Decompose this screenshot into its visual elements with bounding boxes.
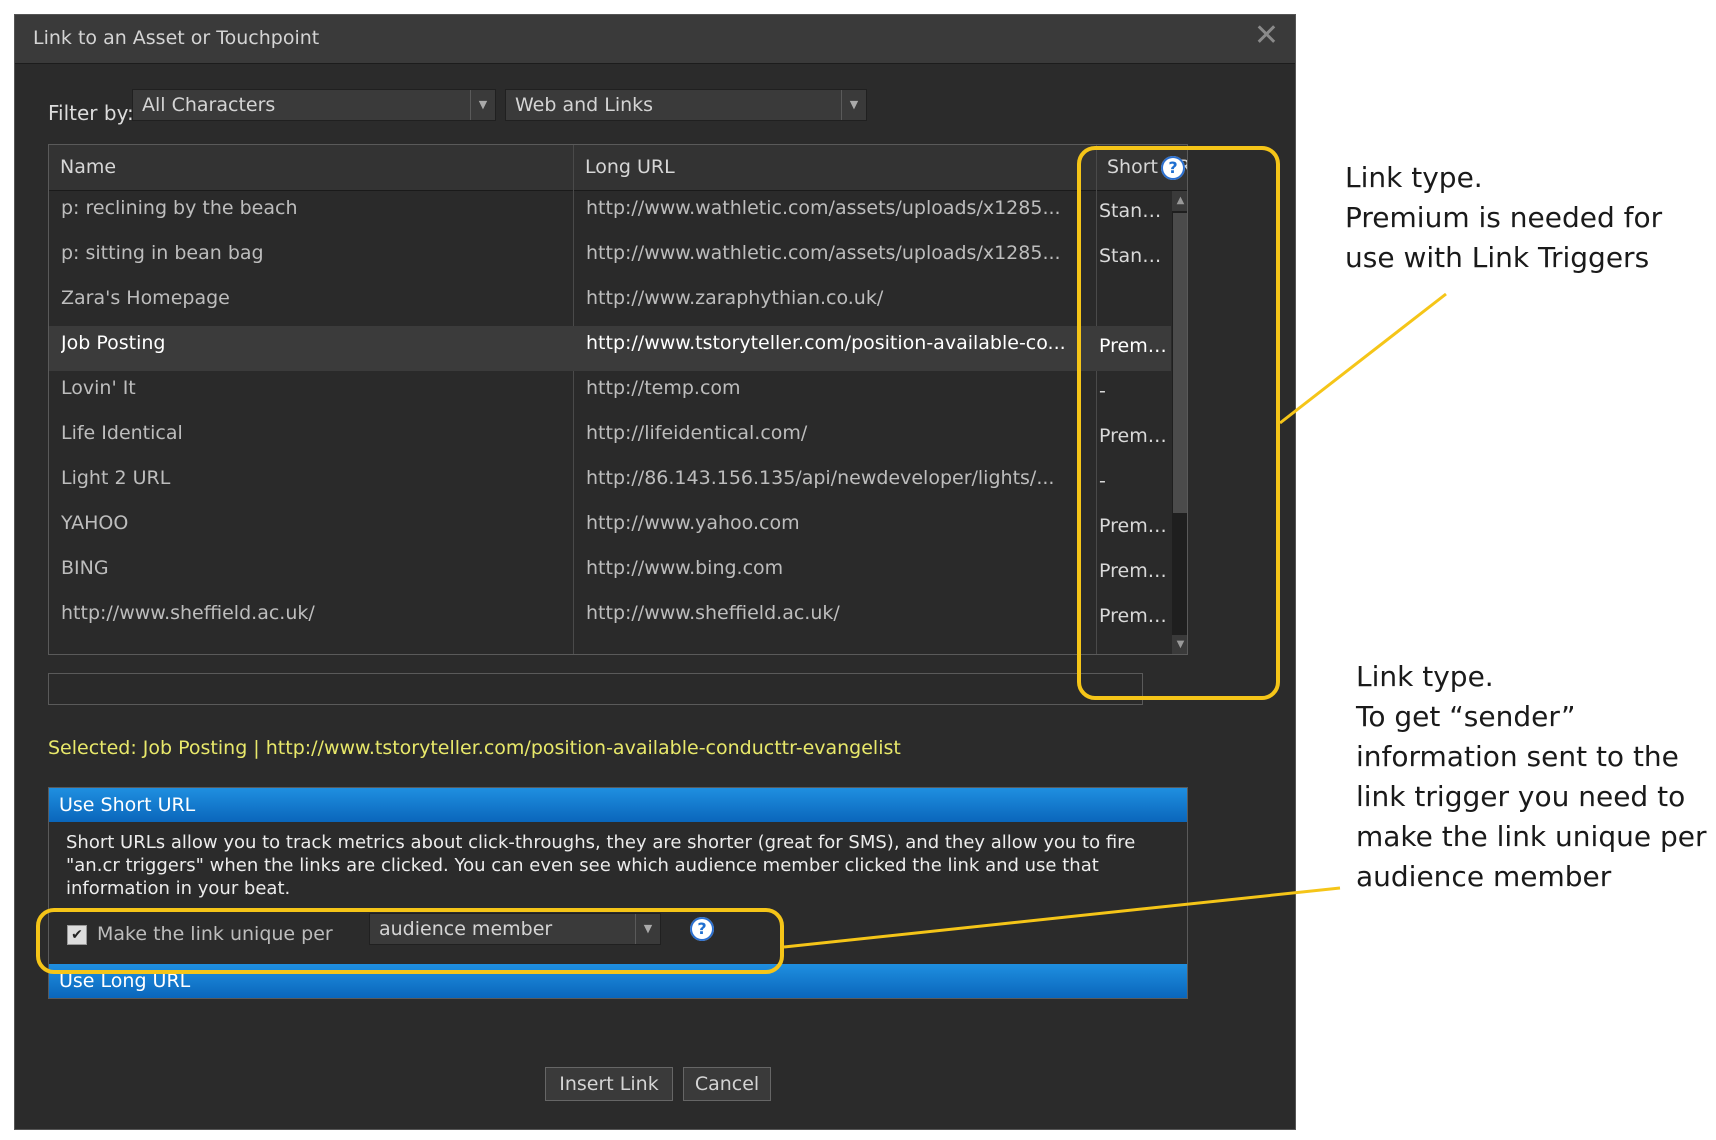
- callout-top-line: use with Link Triggers: [1345, 241, 1650, 274]
- callout-line-top: [1279, 292, 1447, 425]
- callout-bottom-line: make the link unique per: [1356, 820, 1707, 853]
- callout-top-line: Premium is needed for: [1345, 201, 1663, 234]
- callout-bottom-line: information sent to the: [1356, 740, 1679, 773]
- callout-line-bottom: [783, 886, 1341, 949]
- callout-bottom-line: link trigger you need to: [1356, 780, 1686, 813]
- callout-bottom-line: To get “sender”: [1356, 700, 1576, 733]
- callout-bottom-line: audience member: [1356, 860, 1612, 893]
- callout-bottom-line: Link type.: [1356, 660, 1494, 693]
- callout-bottom: Link type. To get “sender” information s…: [1356, 657, 1706, 897]
- callout-top-line: Link type.: [1345, 161, 1483, 194]
- callout-top: Link type. Premium is needed for use wit…: [1345, 158, 1662, 278]
